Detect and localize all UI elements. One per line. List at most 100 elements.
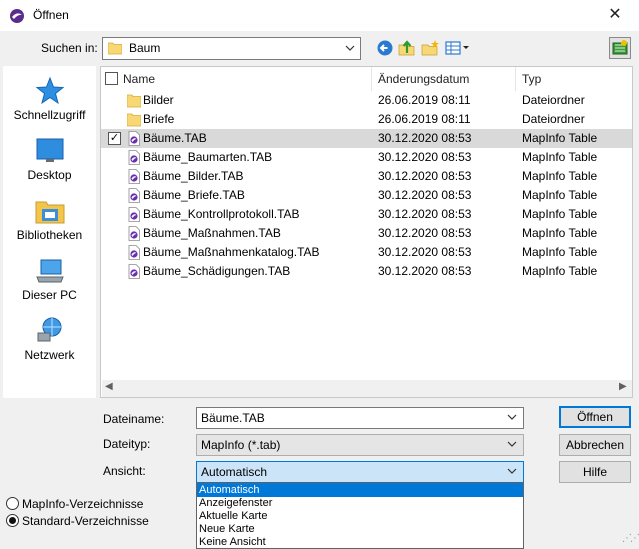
mapinfo-table-icon [128, 150, 140, 165]
file-list[interactable]: ^ Name Änderungsdatum Typ Bilder 26.06.20… [100, 66, 633, 398]
table-row[interactable]: ✓ Bäume.TAB 30.12.2020 08:53 MapInfo Table [101, 129, 632, 148]
place-label: Netzwerk [24, 348, 75, 362]
table-row[interactable]: Bäume_Maßnahmen.TAB 30.12.2020 08:53 MapIn… [101, 224, 632, 243]
up-folder-icon[interactable] [397, 38, 417, 58]
open-button[interactable]: Öffnen [559, 406, 631, 428]
scroll-left-icon[interactable]: ◀ [105, 381, 113, 392]
place-libraries[interactable]: Bibliotheken [3, 194, 96, 254]
view-menu-icon[interactable] [444, 38, 472, 58]
place-label: Bibliotheken [16, 228, 83, 242]
column-header-type[interactable]: Typ [522, 67, 541, 91]
column-divider[interactable] [371, 67, 372, 91]
file-type: MapInfo Table [522, 245, 598, 259]
filetype-select[interactable]: MapInfo (*.tab) [196, 434, 524, 456]
file-name: Briefe [143, 112, 175, 126]
chevron-down-icon[interactable] [506, 410, 518, 424]
file-name: Bäume.TAB [143, 131, 207, 145]
place-this-pc[interactable]: Dieser PC [3, 254, 96, 314]
place-desktop[interactable]: Desktop [3, 134, 96, 194]
file-name: Bilder [143, 93, 174, 107]
filetype-value: MapInfo (*.tab) [201, 438, 281, 452]
place-network[interactable]: Netzwerk [3, 314, 96, 374]
mapinfo-tool-icon[interactable] [609, 37, 631, 59]
filename-label: Dateiname: [103, 412, 165, 426]
back-icon[interactable] [375, 38, 395, 58]
file-date: 26.06.2019 08:11 [378, 112, 471, 126]
close-icon[interactable]: ✕ [602, 4, 628, 26]
table-row[interactable]: Bäume_Kontrollprotokoll.TAB 30.12.2020 08… [101, 205, 632, 224]
view-option-new-map[interactable]: Neue Karte [197, 523, 523, 536]
file-date: 30.12.2020 08:53 [378, 169, 472, 183]
file-date: 30.12.2020 08:53 [378, 207, 472, 221]
file-type: MapInfo Table [522, 131, 598, 145]
view-option-display-window[interactable]: Anzeigefenster [197, 497, 523, 510]
place-quick-access[interactable]: Schnellzugriff [3, 74, 96, 134]
column-header-date[interactable]: Änderungsdatum [378, 67, 469, 91]
file-type: MapInfo Table [522, 264, 598, 278]
filename-value: Bäume.TAB [201, 411, 265, 425]
new-folder-icon[interactable] [420, 38, 440, 58]
file-type: Dateiordner [522, 93, 585, 107]
file-name: Bäume_Bilder.TAB [143, 169, 244, 183]
mapinfo-table-icon [128, 131, 140, 146]
file-date: 30.12.2020 08:53 [378, 150, 472, 164]
horizontal-scrollbar[interactable]: ◀ ▶ [102, 380, 632, 397]
table-row[interactable]: Briefe 26.06.2019 08:11 Dateiordner [101, 110, 632, 129]
cancel-button[interactable]: Abbrechen [559, 434, 631, 456]
file-name: Bäume_Schädigungen.TAB [143, 264, 291, 278]
row-checkbox[interactable]: ✓ [108, 132, 121, 145]
view-option-current-map[interactable]: Aktuelle Karte [197, 510, 523, 523]
mapinfo-table-icon [128, 226, 140, 241]
view-dropdown-list[interactable]: Automatisch Anzeigefenster Aktuelle Kart… [196, 483, 524, 549]
view-select[interactable]: Automatisch [196, 461, 524, 483]
file-type: MapInfo Table [522, 169, 598, 183]
mapinfo-table-icon [128, 207, 140, 222]
look-in-value: Baum [129, 41, 161, 55]
file-date: 30.12.2020 08:53 [378, 264, 472, 278]
resize-grip-icon[interactable]: ⋰⋰ [622, 533, 639, 544]
mapinfo-table-icon [128, 245, 140, 260]
file-name: Bäume_Baumarten.TAB [143, 150, 273, 164]
table-row[interactable]: Bäume_Schädigungen.TAB 30.12.2020 08:53 Ma… [101, 262, 632, 281]
view-option-automatic[interactable]: Automatisch [197, 484, 523, 497]
scroll-right-icon[interactable]: ▶ [619, 381, 627, 392]
view-option-no-view[interactable]: Keine Ansicht [197, 536, 523, 549]
chevron-down-icon [345, 45, 355, 51]
table-row[interactable]: Bilder 26.06.2019 08:11 Dateiordner [101, 91, 632, 110]
title-bar: Öffnen ✕ [0, 0, 639, 31]
chevron-down-icon [507, 468, 517, 474]
radio-label: Standard-Verzeichnisse [22, 514, 149, 528]
look-in-label: Suchen in: [41, 41, 98, 55]
file-name: Bäume_Kontrollprotokoll.TAB [143, 207, 300, 221]
places-bar: Schnellzugriff Desktop Bibliotheken Dies… [3, 66, 96, 398]
table-row[interactable]: Bäume_Bilder.TAB 30.12.2020 08:53 MapInfo … [101, 167, 632, 186]
file-type: MapInfo Table [522, 226, 598, 240]
radio-label: MapInfo-Verzeichnisse [22, 497, 144, 511]
column-header-name[interactable]: Name [123, 67, 155, 91]
filename-input[interactable]: Bäume.TAB [196, 407, 524, 429]
chevron-down-icon [507, 441, 517, 447]
this-pc-icon [36, 259, 64, 283]
radio-mapinfo-directories[interactable] [6, 497, 19, 510]
folder-icon [108, 42, 122, 55]
look-in-dropdown[interactable]: Baum [102, 37, 361, 60]
help-button[interactable]: Hilfe [559, 461, 631, 483]
file-type: MapInfo Table [522, 150, 598, 164]
libraries-icon [35, 201, 65, 224]
table-row[interactable]: Bäume_Maßnahmenkatalog.TAB 30.12.2020 08:… [101, 243, 632, 262]
radio-standard-directories[interactable] [6, 514, 19, 527]
mapinfo-table-icon [128, 169, 140, 184]
place-label: Dieser PC [22, 288, 77, 302]
file-date: 30.12.2020 08:53 [378, 226, 472, 240]
file-type: MapInfo Table [522, 207, 598, 221]
column-divider[interactable] [515, 67, 516, 91]
file-name: Bäume_Briefe.TAB [143, 188, 245, 202]
folder-icon [127, 94, 141, 108]
sort-ascending-icon: ^ [232, 66, 237, 72]
mapinfo-app-icon [10, 9, 24, 23]
table-row[interactable]: Bäume_Briefe.TAB 30.12.2020 08:53 MapInfo … [101, 186, 632, 205]
table-row[interactable]: Bäume_Baumarten.TAB 30.12.2020 08:53 MapIn… [101, 148, 632, 167]
select-all-checkbox[interactable] [105, 72, 118, 85]
quick-access-star-icon [35, 76, 65, 105]
view-label: Ansicht: [103, 464, 146, 478]
